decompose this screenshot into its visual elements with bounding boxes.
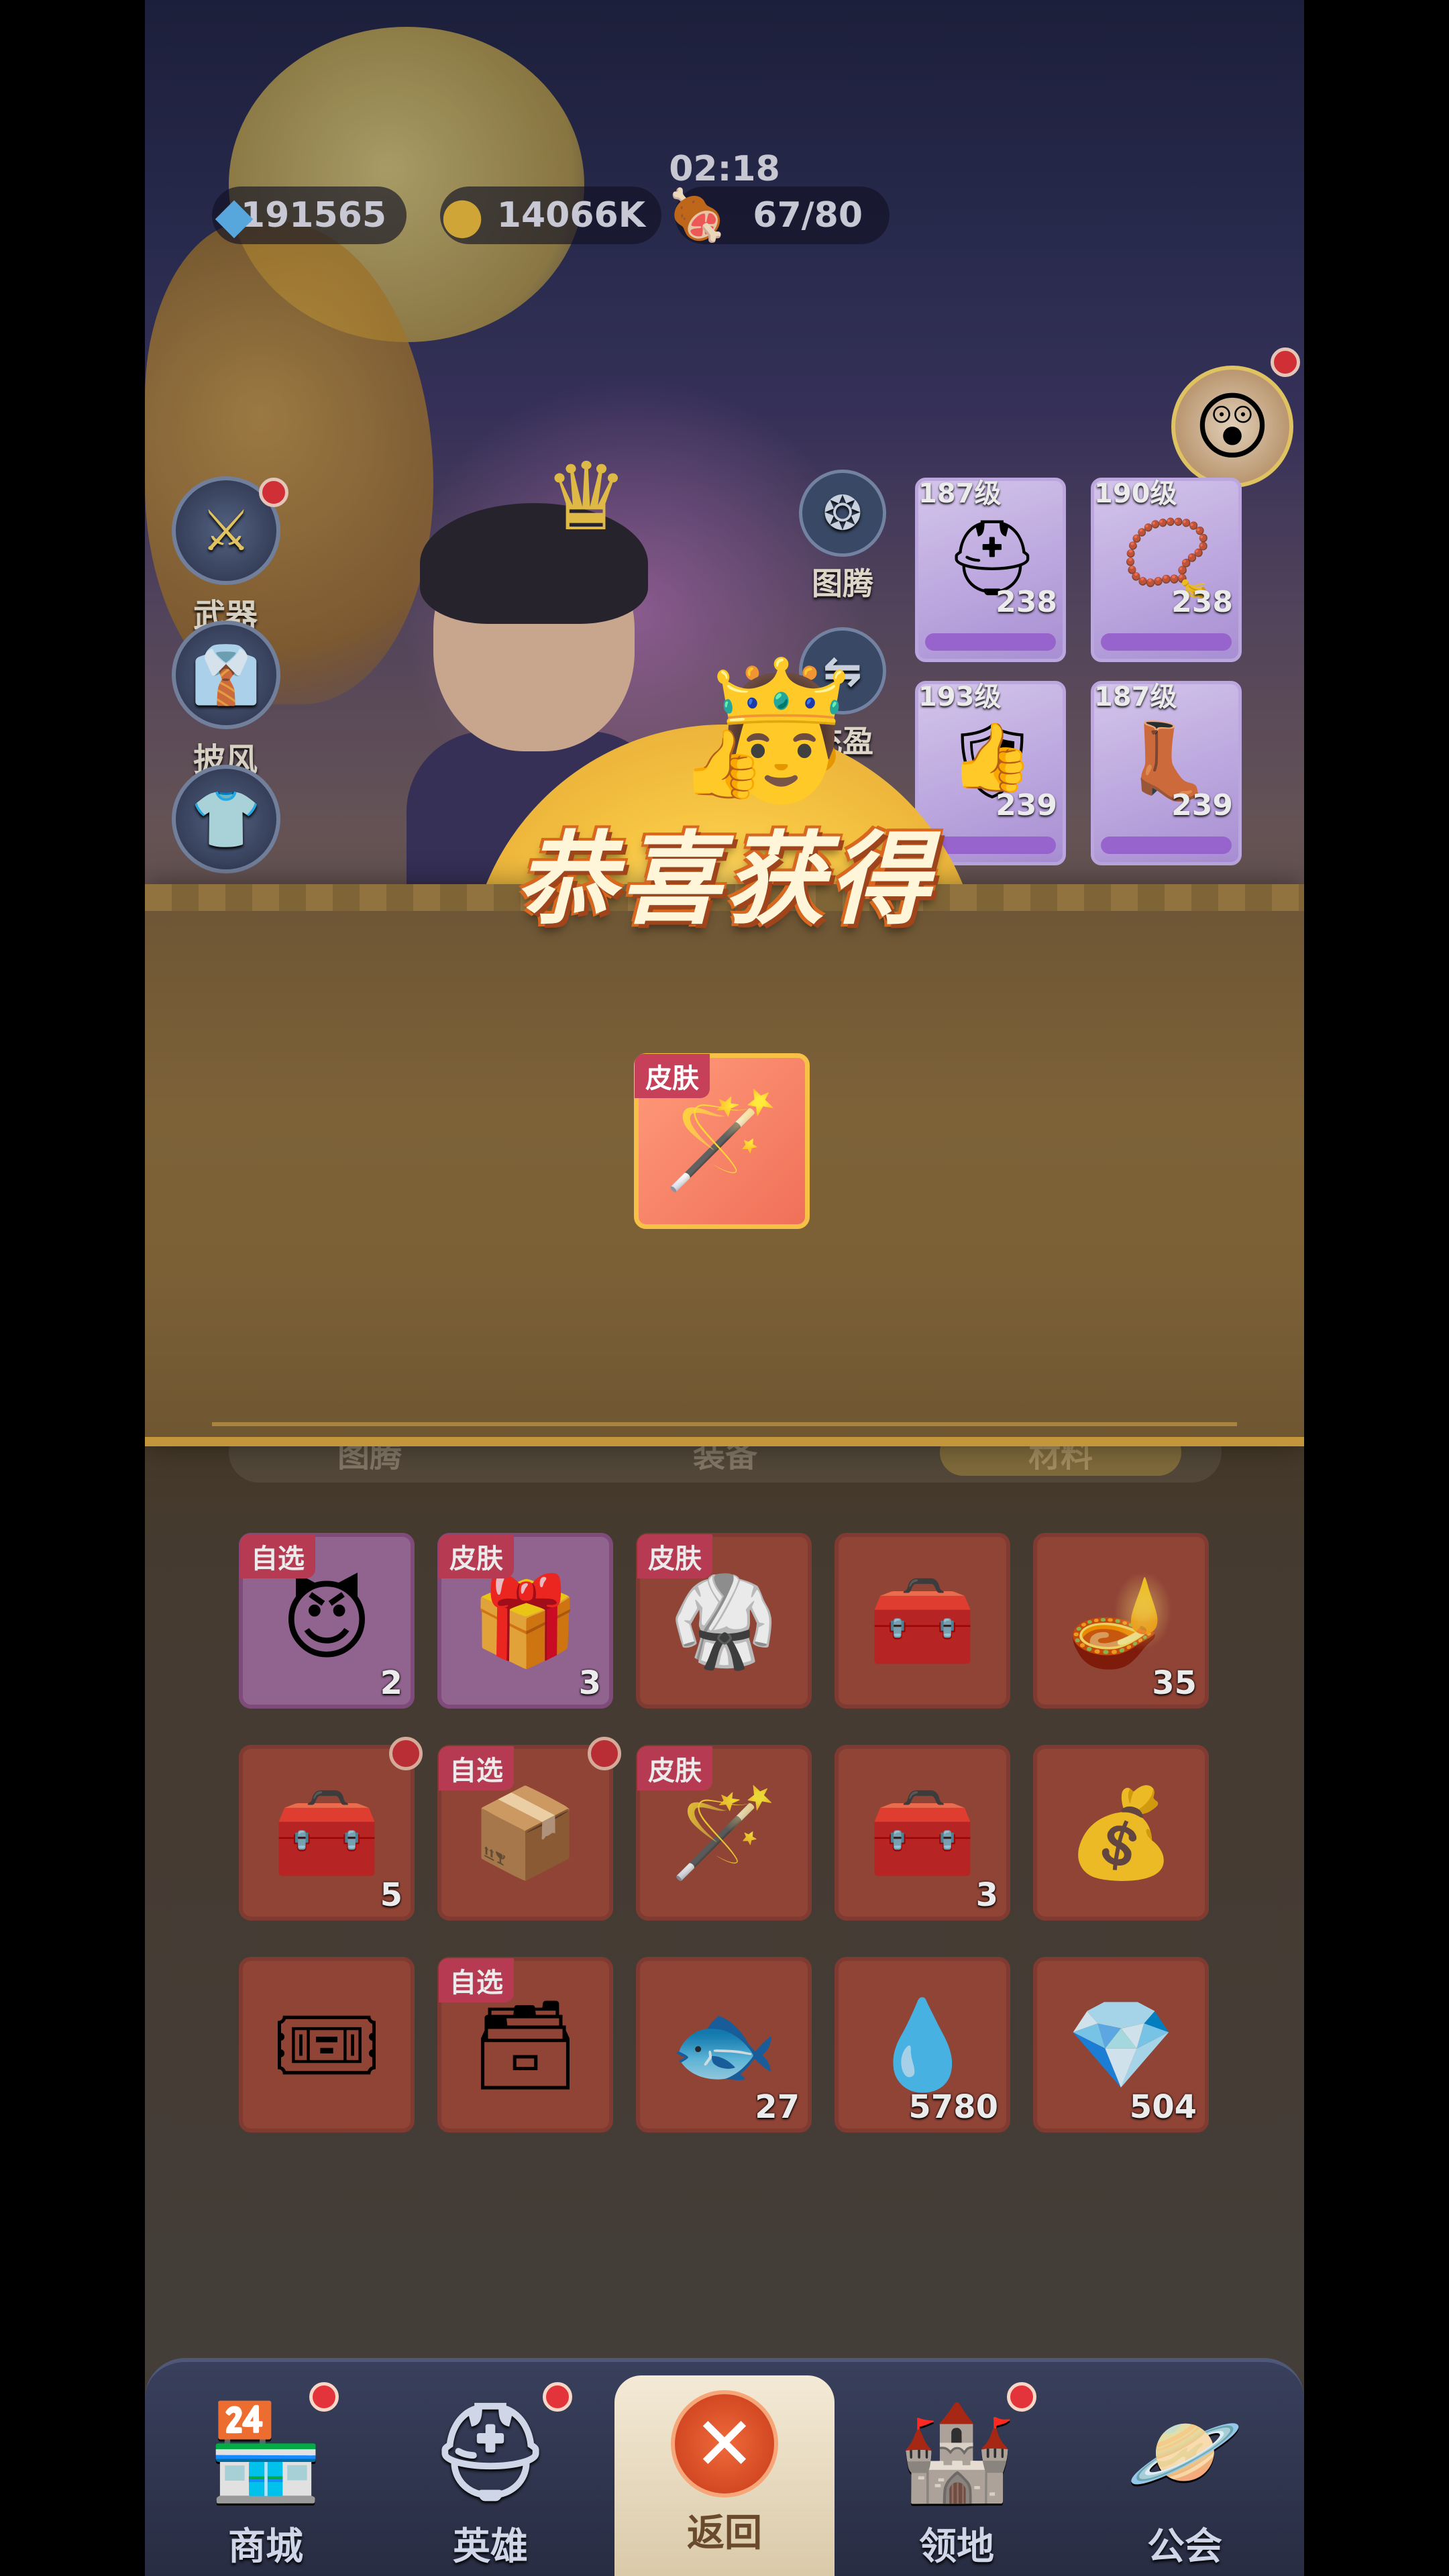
game-screen: 02:18 ◆ 191565 ● 14066K 🍖 67/80 😲 ⚔ 武器 👔… bbox=[145, 0, 1304, 2576]
bottom-nav: 🏪 商城 ⛑ 英雄 ✕ 返回 🏰 领地 🪐 公会 bbox=[145, 2358, 1304, 2576]
shop-notification-dot bbox=[309, 2382, 339, 2412]
nav-shop[interactable]: 🏪 商城 bbox=[172, 2389, 360, 2576]
nav-territory-label: 领地 bbox=[919, 2525, 994, 2569]
planet-icon: 🪐 bbox=[1126, 2398, 1244, 2507]
reward-title: 恭喜获得 bbox=[515, 822, 934, 938]
nav-guild-label: 公会 bbox=[1147, 2525, 1222, 2569]
thumbs-up-icon: 👍 bbox=[950, 718, 1034, 796]
nav-back-label: 返回 bbox=[687, 2512, 762, 2555]
reward-item[interactable]: 🪄 皮肤 bbox=[634, 1053, 810, 1229]
nav-heroes[interactable]: ⛑ 英雄 bbox=[396, 2389, 584, 2576]
banner-edge bbox=[145, 1437, 1304, 1446]
nav-territory[interactable]: 🏰 领地 bbox=[863, 2389, 1051, 2576]
banner-divider bbox=[212, 1422, 1237, 1426]
nav-heroes-label: 英雄 bbox=[453, 2525, 528, 2569]
heroes-notification-dot bbox=[543, 2382, 572, 2412]
nav-back[interactable]: ✕ 返回 bbox=[614, 2375, 835, 2576]
thumbs-up-icon: 👍 bbox=[682, 724, 765, 803]
reward-badge: 皮肤 bbox=[635, 1054, 710, 1098]
nav-guild[interactable]: 🪐 公会 bbox=[1091, 2389, 1279, 2576]
territory-notification-dot bbox=[1007, 2382, 1036, 2412]
nav-shop-label: 商城 bbox=[228, 2525, 303, 2569]
close-icon: ✕ bbox=[671, 2390, 778, 2498]
